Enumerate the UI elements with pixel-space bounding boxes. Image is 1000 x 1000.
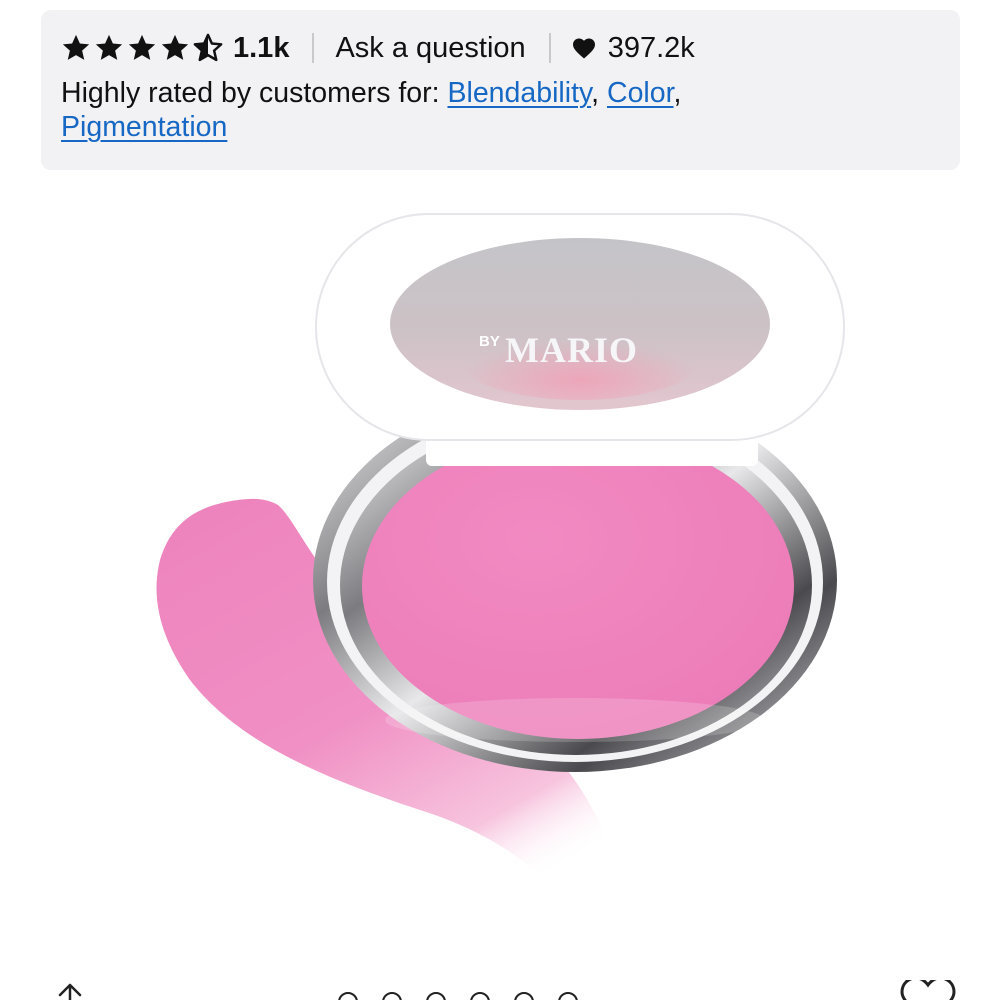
star-icon [161,34,189,60]
carousel-dot[interactable] [470,992,490,1000]
rated-link-pigmentation[interactable]: Pigmentation [61,111,227,143]
divider [548,33,551,63]
rating-info-card: 1.1k Ask a question 397.2k Highly rated … [41,10,960,170]
star-icon [128,34,156,60]
carousel-dot[interactable] [426,992,446,1000]
rated-link-blendability[interactable]: Blendability [447,77,591,109]
product-image[interactable]: BY MARIO [0,180,1000,970]
share-icon[interactable] [48,982,92,1000]
highly-rated-prefix: Highly rated by customers for: [61,77,448,109]
highly-rated-text: Highly rated by customers for: Blendabil… [61,77,682,143]
divider [312,33,315,63]
star-half-icon [193,33,223,62]
blush-pan [362,433,794,739]
carousel-dot[interactable] [382,992,402,1000]
heart-outline-icon[interactable] [896,980,960,1000]
loves-count: 397.2k [607,31,695,64]
star-icon [62,34,90,60]
rating-row: 1.1k Ask a question 397.2k [61,32,940,64]
rated-link-color[interactable]: Color [607,77,674,109]
carousel-dot[interactable] [558,992,578,1000]
pan-highlight [385,698,765,742]
carousel-dots [338,992,578,1000]
star-icon [95,34,123,60]
star-rating[interactable] [61,33,223,63]
brand-logo-text: MARIO [505,330,638,370]
brand-superscript: BY [479,333,500,350]
carousel-dot[interactable] [338,992,358,1000]
heart-icon [572,38,595,59]
carousel-dot[interactable] [514,992,534,1000]
ask-question-link[interactable]: Ask a question [335,32,525,65]
product-page: 1.1k Ask a question 397.2k Highly rated … [0,0,1000,1000]
review-count[interactable]: 1.1k [233,32,289,65]
bottom-bar [0,972,1000,1000]
